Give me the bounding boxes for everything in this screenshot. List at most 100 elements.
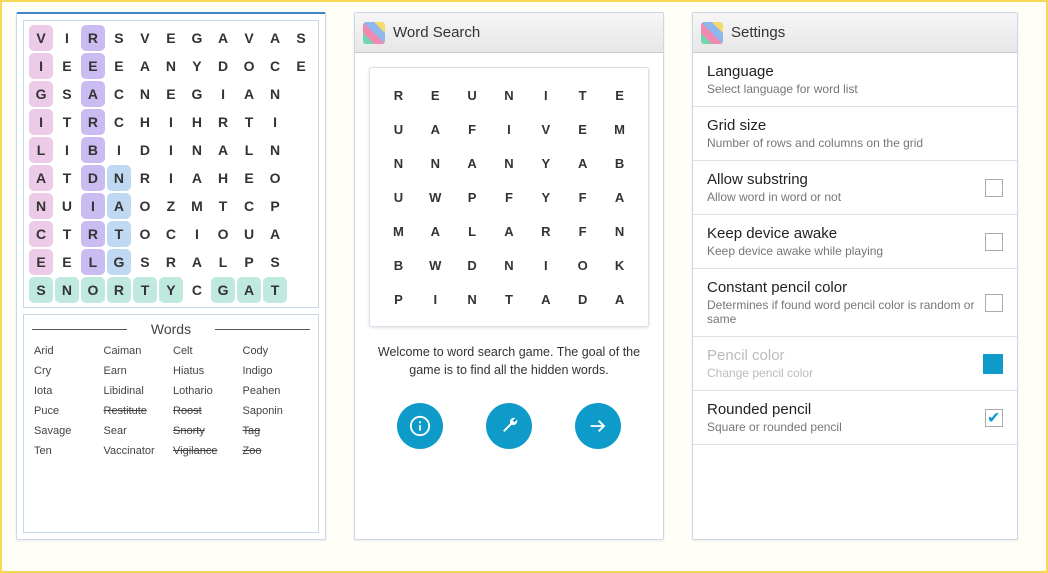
grid-cell[interactable]: I [54, 24, 80, 52]
settings-item-constant-pencil-color[interactable]: Constant pencil colorDetermines if found… [693, 269, 1017, 337]
grid-cell[interactable]: S [262, 248, 288, 276]
grid-cell[interactable]: P [262, 192, 288, 220]
grid-cell[interactable]: E [54, 52, 80, 80]
grid-cell[interactable] [288, 164, 314, 192]
grid-cell[interactable]: N [132, 80, 158, 108]
settings-item-grid-size[interactable]: Grid sizeNumber of rows and columns on t… [693, 107, 1017, 161]
grid-cell[interactable]: T [54, 108, 80, 136]
grid-cell[interactable]: N [262, 136, 288, 164]
grid-cell[interactable]: I [80, 192, 106, 220]
settings-item-allow-substring[interactable]: Allow substringAllow word in word or not [693, 161, 1017, 215]
settings-item-language[interactable]: LanguageSelect language for word list [693, 53, 1017, 107]
grid-cell[interactable]: T [54, 220, 80, 248]
grid-cell[interactable]: D [80, 164, 106, 192]
grid-cell[interactable]: U [236, 220, 262, 248]
checkbox[interactable] [985, 233, 1003, 251]
color-swatch[interactable] [983, 354, 1003, 374]
grid-cell[interactable]: O [132, 192, 158, 220]
grid-cell[interactable]: Z [158, 192, 184, 220]
grid-cell[interactable]: I [210, 80, 236, 108]
grid-cell[interactable]: C [106, 108, 132, 136]
grid-cell[interactable]: N [184, 136, 210, 164]
grid-cell[interactable]: A [184, 248, 210, 276]
grid-cell[interactable]: N [262, 80, 288, 108]
grid-cell[interactable]: A [262, 220, 288, 248]
grid-cell[interactable]: A [28, 164, 54, 192]
grid-cell[interactable]: N [158, 52, 184, 80]
grid-cell[interactable]: A [80, 80, 106, 108]
grid-cell[interactable]: E [28, 248, 54, 276]
grid-cell[interactable]: O [236, 52, 262, 80]
grid-cell[interactable]: Y [184, 52, 210, 80]
checkbox[interactable] [985, 179, 1003, 197]
grid-cell[interactable]: A [210, 136, 236, 164]
grid-cell[interactable]: A [106, 192, 132, 220]
grid-cell[interactable]: I [158, 108, 184, 136]
grid-cell[interactable]: I [106, 136, 132, 164]
grid-cell[interactable]: D [210, 52, 236, 80]
grid-cell[interactable]: O [132, 220, 158, 248]
grid-cell[interactable]: T [262, 276, 288, 304]
grid-cell[interactable]: A [184, 164, 210, 192]
grid-cell[interactable]: L [210, 248, 236, 276]
grid-cell[interactable]: R [132, 164, 158, 192]
letter-grid[interactable]: VIRSVEGAVASIEEEANYDOCEGSACNEGIAN ITRCHIH… [28, 24, 314, 304]
info-button[interactable] [397, 403, 443, 449]
grid-cell[interactable]: T [106, 220, 132, 248]
settings-item-pencil-color[interactable]: Pencil colorChange pencil color [693, 337, 1017, 391]
grid-cell[interactable]: I [28, 52, 54, 80]
grid-cell[interactable]: A [236, 80, 262, 108]
grid-cell[interactable]: R [80, 24, 106, 52]
grid-cell[interactable]: V [28, 24, 54, 52]
grid-cell[interactable]: V [236, 24, 262, 52]
grid-cell[interactable]: S [106, 24, 132, 52]
grid-cell[interactable]: S [54, 80, 80, 108]
grid-cell[interactable]: C [262, 52, 288, 80]
grid-cell[interactable]: A [236, 276, 262, 304]
grid-cell[interactable]: A [132, 52, 158, 80]
grid-cell[interactable]: R [80, 220, 106, 248]
grid-cell[interactable]: O [80, 276, 106, 304]
grid-cell[interactable] [288, 276, 314, 304]
grid-cell[interactable]: G [184, 24, 210, 52]
grid-cell[interactable]: L [236, 136, 262, 164]
grid-cell[interactable]: M [184, 192, 210, 220]
grid-cell[interactable]: G [210, 276, 236, 304]
grid-cell[interactable]: O [210, 220, 236, 248]
grid-cell[interactable]: N [106, 164, 132, 192]
grid-cell[interactable]: C [236, 192, 262, 220]
grid-cell[interactable]: G [184, 80, 210, 108]
grid-cell[interactable]: S [132, 248, 158, 276]
grid-cell[interactable] [288, 108, 314, 136]
grid-cell[interactable]: Y [158, 276, 184, 304]
grid-cell[interactable]: C [28, 220, 54, 248]
grid-cell[interactable]: R [210, 108, 236, 136]
grid-cell[interactable]: I [184, 220, 210, 248]
grid-cell[interactable]: P [236, 248, 262, 276]
grid-cell[interactable]: E [158, 24, 184, 52]
checkbox[interactable] [985, 294, 1003, 312]
grid-cell[interactable]: H [184, 108, 210, 136]
grid-cell[interactable]: S [288, 24, 314, 52]
grid-cell[interactable]: E [80, 52, 106, 80]
grid-cell[interactable]: O [262, 164, 288, 192]
grid-cell[interactable] [288, 80, 314, 108]
grid-cell[interactable]: C [158, 220, 184, 248]
play-button[interactable] [575, 403, 621, 449]
grid-cell[interactable]: A [210, 24, 236, 52]
grid-cell[interactable]: H [210, 164, 236, 192]
grid-cell[interactable]: I [158, 136, 184, 164]
settings-button[interactable] [486, 403, 532, 449]
grid-cell[interactable]: R [80, 108, 106, 136]
grid-cell[interactable]: A [262, 24, 288, 52]
grid-cell[interactable]: I [28, 108, 54, 136]
grid-cell[interactable] [288, 192, 314, 220]
grid-cell[interactable]: C [184, 276, 210, 304]
grid-cell[interactable]: U [54, 192, 80, 220]
grid-cell[interactable]: G [28, 80, 54, 108]
grid-cell[interactable]: L [28, 136, 54, 164]
grid-cell[interactable]: R [158, 248, 184, 276]
grid-cell[interactable]: D [132, 136, 158, 164]
grid-cell[interactable]: N [28, 192, 54, 220]
grid-cell[interactable] [288, 220, 314, 248]
